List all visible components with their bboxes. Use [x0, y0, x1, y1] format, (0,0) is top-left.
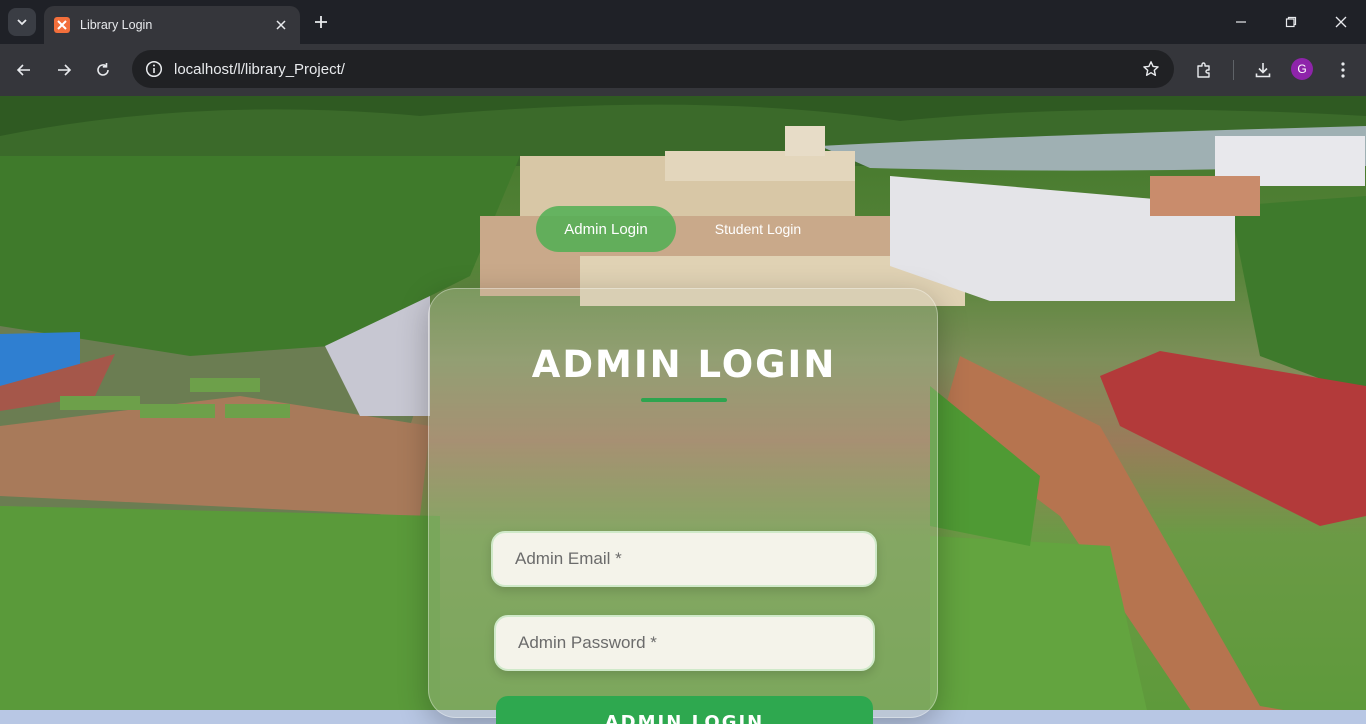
browser-tab[interactable]: Library Login	[44, 6, 300, 44]
restore-button[interactable]	[1268, 8, 1314, 36]
puzzle-icon	[1197, 62, 1210, 78]
tab-close-icon[interactable]	[272, 16, 290, 34]
new-tab-button[interactable]	[310, 11, 332, 33]
chevron-down-icon	[17, 19, 27, 26]
login-card: ADMIN LOGIN ADMIN LOGIN	[428, 288, 938, 724]
toolbar-separator	[1233, 60, 1234, 80]
url-text: localhost/l/library_Project/	[174, 60, 345, 78]
student-login-tab[interactable]: Student Login	[690, 206, 826, 252]
browser-toolbar: localhost/l/library_Project/	[0, 44, 1366, 96]
close-window-button[interactable]	[1318, 8, 1364, 36]
minimize-button[interactable]	[1218, 8, 1264, 36]
reload-icon	[97, 63, 109, 76]
extensions-button[interactable]	[1189, 55, 1219, 85]
bookmark-star-icon[interactable]	[1140, 58, 1162, 80]
tab-search-button[interactable]	[8, 8, 36, 36]
download-icon	[1255, 63, 1271, 78]
email-field[interactable]	[491, 531, 877, 587]
email-input[interactable]	[493, 533, 875, 585]
tab-title: Library Login	[80, 18, 153, 32]
site-info-icon[interactable]	[144, 59, 164, 79]
close-icon	[1335, 16, 1347, 28]
minimize-icon	[1236, 21, 1246, 23]
plus-icon	[315, 16, 327, 28]
login-title: ADMIN LOGIN	[531, 343, 837, 386]
forward-button[interactable]	[49, 55, 79, 85]
password-field[interactable]	[494, 615, 875, 671]
page-viewport: Admin Login Student Login ADMIN LOGIN AD…	[0, 96, 1366, 724]
password-input[interactable]	[496, 617, 873, 669]
arrow-right-icon	[58, 64, 72, 76]
menu-button[interactable]	[1328, 55, 1358, 85]
back-button[interactable]	[9, 55, 39, 85]
reload-button[interactable]	[88, 55, 118, 85]
profile-avatar[interactable]: G	[1291, 58, 1313, 80]
kebab-menu-icon	[1341, 62, 1345, 78]
downloads-button[interactable]	[1248, 55, 1278, 85]
restore-icon	[1285, 16, 1297, 28]
xampp-icon	[54, 17, 70, 33]
admin-login-tab[interactable]: Admin Login	[536, 206, 676, 252]
tab-strip: Library Login	[0, 0, 1366, 44]
arrow-left-icon	[16, 64, 30, 76]
address-bar[interactable]: localhost/l/library_Project/	[132, 50, 1174, 88]
title-underline	[641, 398, 727, 402]
admin-login-submit-button[interactable]: ADMIN LOGIN	[496, 696, 873, 724]
